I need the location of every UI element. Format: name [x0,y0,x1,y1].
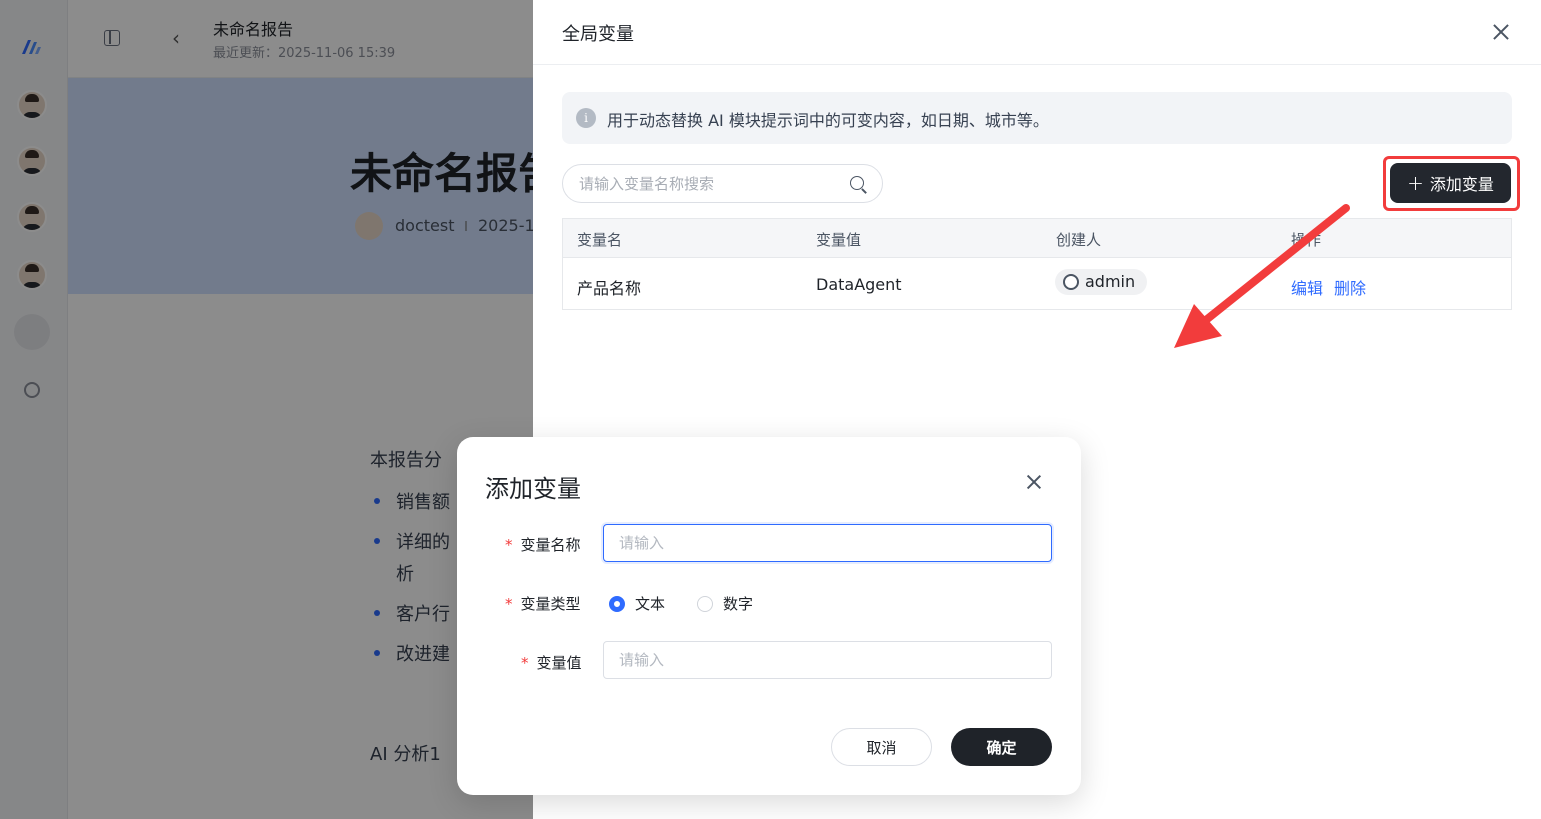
column-header-creator: 创建人 [1056,231,1102,249]
required-mark: * [505,595,513,613]
search-icon[interactable] [850,176,864,190]
column-header-name: 变量名 [577,231,623,249]
radio-text[interactable]: 文本 [609,593,665,614]
annotation-arrow-icon [1174,204,1350,348]
plus-icon: + [1407,171,1424,195]
creator-name: admin [1085,272,1136,291]
radio-checked-icon [609,595,625,612]
radio-unchecked-icon [697,595,713,612]
add-variable-modal: 添加变量 *变量名称 *变量类型 文本 数字 *变量值 取消 确定 [457,437,1081,795]
radio-number[interactable]: 数字 [697,593,753,614]
modal-close-icon[interactable] [1025,473,1043,491]
table-header: 变量名 变量值 创建人 操作 [563,219,1511,258]
variable-search-input[interactable] [579,165,839,202]
info-text: 用于动态替换 AI 模块提示词中的可变内容，如日期、城市等。 [607,111,1049,130]
field-label-type: * 变量类型 [505,595,581,613]
drawer-close-icon[interactable] [1489,20,1513,44]
cell-variable-name: 产品名称 [577,279,642,298]
field-label-value: * 变量值 [521,654,582,672]
column-header-value: 变量值 [816,231,862,249]
creator-badge: admin [1055,269,1148,295]
radio-label-number: 数字 [723,595,754,613]
variable-value-input[interactable] [603,641,1052,679]
info-alert: i 用于动态替换 AI 模块提示词中的可变内容，如日期、城市等。 [562,92,1512,144]
field-label-name: * 变量名称 [505,536,581,554]
cell-variable-value: DataAgent [816,275,902,294]
modal-title: 添加变量 [485,475,581,503]
drawer-title: 全局变量 [562,24,634,45]
required-mark: * [521,654,529,672]
cancel-button[interactable]: 取消 [831,728,932,766]
variable-search-box [562,164,883,203]
add-variable-label: 添加变量 [1429,175,1494,194]
radio-label-text: 文本 [635,595,666,613]
variable-name-input[interactable] [603,524,1052,562]
variables-table: 变量名 变量值 创建人 操作 产品名称 DataAgent admin 编辑 删… [562,218,1512,310]
add-variable-button[interactable]: + 添加变量 [1390,163,1511,203]
info-icon: i [576,108,596,128]
creator-avatar-icon [1063,274,1079,290]
required-mark: * [505,536,513,554]
divider [533,64,1541,65]
confirm-button[interactable]: 确定 [951,728,1052,766]
